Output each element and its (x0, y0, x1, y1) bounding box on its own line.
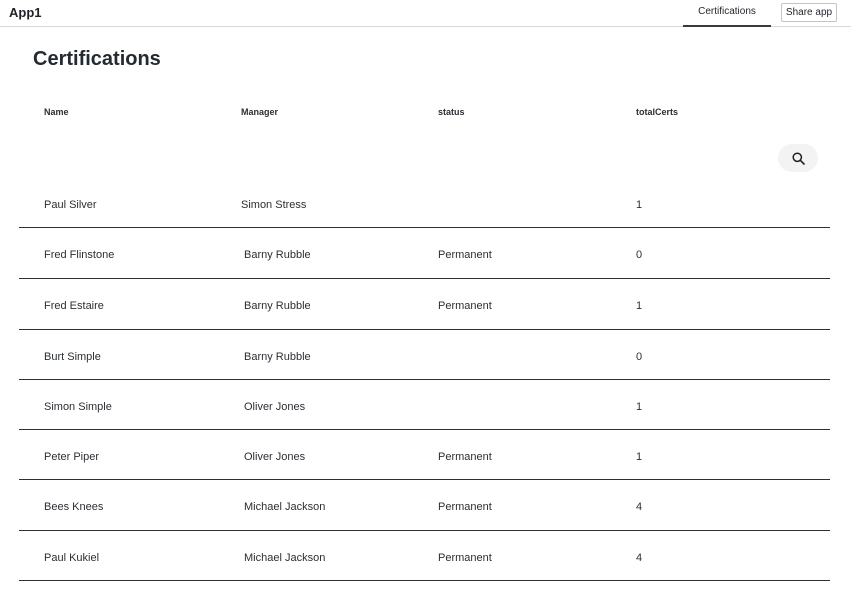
page-title: Certifications (33, 48, 161, 70)
column-header-status[interactable]: status (438, 107, 465, 117)
search-icon (792, 152, 805, 165)
table-row[interactable]: Peter Piper Oliver Jones Permanent 1 (19, 430, 830, 480)
table-row[interactable]: Paul Kukiel Michael Jackson Permanent 4 (19, 531, 830, 581)
table-row[interactable]: Bees Knees Michael Jackson Permanent 4 (19, 480, 830, 531)
cell-name: Burt Simple (44, 351, 101, 363)
table-row[interactable]: Burt Simple Barny Rubble 0 (19, 330, 830, 380)
table-row[interactable]: Fred Flinstone Barny Rubble Permanent 0 (19, 228, 830, 279)
cell-name: Fred Estaire (44, 300, 104, 312)
search-button[interactable] (778, 144, 818, 172)
cell-name: Peter Piper (44, 451, 100, 463)
cell-totalcerts: 1 (636, 300, 643, 312)
cell-manager: Michael Jackson (244, 501, 326, 513)
cell-status: Permanent (438, 501, 492, 513)
cell-name: Paul Kukiel (44, 552, 100, 564)
cell-status: Permanent (438, 300, 492, 312)
cell-totalcerts: 1 (636, 451, 643, 463)
cell-manager: Barny Rubble (244, 249, 311, 261)
top-bar: App1 Certifications Share app (0, 0, 851, 27)
share-app-button[interactable]: Share app (781, 3, 837, 22)
table-row[interactable]: Simon Simple Oliver Jones 1 (19, 380, 830, 430)
cell-totalcerts: 4 (636, 501, 643, 513)
cell-status: Permanent (438, 249, 492, 261)
column-header-manager[interactable]: Manager (241, 107, 278, 117)
cell-manager: Simon Stress (241, 199, 307, 211)
cell-manager: Oliver Jones (244, 451, 306, 463)
cell-totalcerts: 1 (636, 199, 643, 211)
cell-name: Bees Knees (44, 501, 104, 513)
cell-manager: Michael Jackson (244, 552, 326, 564)
cell-totalcerts: 0 (636, 351, 643, 363)
cell-manager: Oliver Jones (244, 401, 306, 413)
column-header-name[interactable]: Name (44, 107, 69, 117)
column-header-totalcerts[interactable]: totalCerts (636, 107, 678, 117)
table-row[interactable]: Fred Estaire Barny Rubble Permanent 1 (19, 279, 830, 330)
cell-totalcerts: 0 (636, 249, 643, 261)
cell-totalcerts: 1 (636, 401, 643, 413)
table-row[interactable]: Paul Silver Simon Stress 1 (19, 178, 830, 228)
cell-manager: Barny Rubble (244, 300, 311, 312)
app-title: App1 (9, 5, 42, 20)
cell-manager: Barny Rubble (244, 351, 311, 363)
tab-certifications[interactable]: Certifications (683, 0, 771, 27)
cell-status: Permanent (438, 552, 492, 564)
cell-name: Simon Simple (44, 401, 112, 413)
cell-name: Paul Silver (44, 199, 97, 211)
cell-totalcerts: 4 (636, 552, 643, 564)
cell-status: Permanent (438, 451, 492, 463)
cell-name: Fred Flinstone (44, 249, 115, 261)
certifications-table: Paul Silver Simon Stress 1 Fred Flinston… (19, 178, 830, 581)
